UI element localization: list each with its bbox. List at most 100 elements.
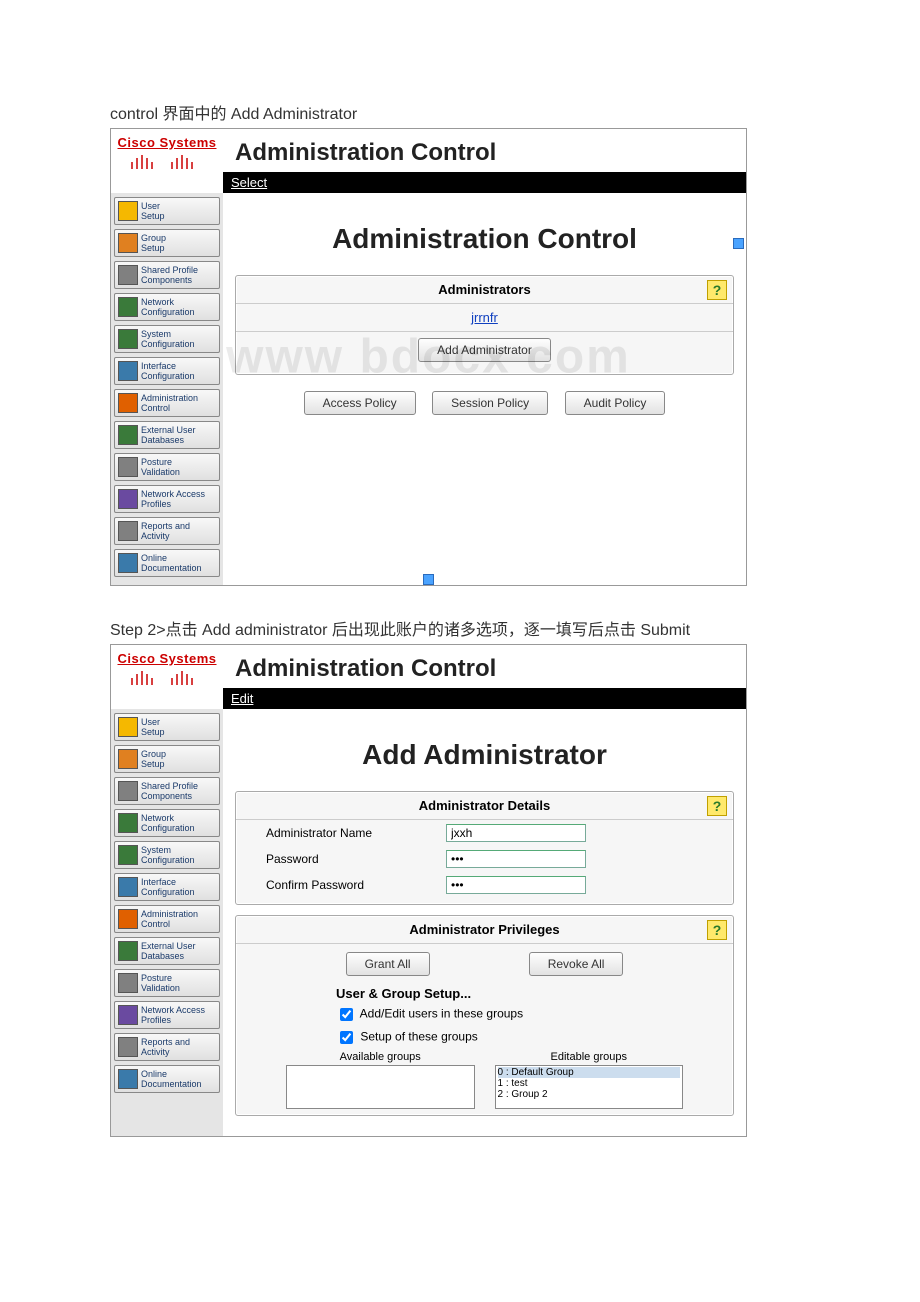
cisco-logo: Cisco Systems bbox=[111, 645, 223, 688]
cisco-logo: Cisco Systems bbox=[111, 129, 223, 172]
session-policy-button[interactable]: Session Policy bbox=[432, 391, 548, 415]
nav-shared-profile-components[interactable]: Shared ProfileComponents bbox=[114, 777, 220, 805]
group-item[interactable]: 1 : test bbox=[498, 1078, 681, 1089]
nav-label: Shared ProfileComponents bbox=[141, 781, 198, 801]
confirm-password-label: Confirm Password bbox=[266, 878, 446, 892]
nav-network-access-profiles[interactable]: Network AccessProfiles bbox=[114, 1001, 220, 1029]
nav-icon bbox=[118, 749, 138, 769]
setup-groups-label: Setup of these groups bbox=[360, 1030, 477, 1044]
scroll-marker-icon bbox=[423, 574, 434, 585]
nav-online-documentation[interactable]: OnlineDocumentation bbox=[114, 549, 220, 577]
password-input[interactable] bbox=[446, 850, 586, 868]
nav-group-setup[interactable]: GroupSetup bbox=[114, 745, 220, 773]
available-groups-list[interactable] bbox=[286, 1065, 475, 1109]
nav-administration-control[interactable]: AdministrationControl bbox=[114, 389, 220, 417]
audit-policy-button[interactable]: Audit Policy bbox=[565, 391, 666, 415]
add-edit-users-label: Add/Edit users in these groups bbox=[360, 1007, 523, 1021]
group-item[interactable]: 0 : Default Group bbox=[498, 1067, 681, 1078]
nav-icon bbox=[118, 1069, 138, 1089]
nav-icon bbox=[118, 393, 138, 413]
help-icon[interactable]: ? bbox=[707, 920, 727, 940]
access-policy-button[interactable]: Access Policy bbox=[304, 391, 416, 415]
doc-line-2: Step 2>点击 Add administrator 后出现此账户的诸多选项，… bbox=[110, 616, 810, 640]
nav-icon bbox=[118, 489, 138, 509]
nav-user-setup[interactable]: UserSetup bbox=[114, 713, 220, 741]
nav-label: SystemConfiguration bbox=[141, 845, 195, 865]
nav-label: GroupSetup bbox=[141, 233, 166, 253]
editable-groups-list[interactable]: 0 : Default Group1 : test2 : Group 2 bbox=[495, 1065, 684, 1109]
nav-label: InterfaceConfiguration bbox=[141, 877, 195, 897]
nav-label: NetworkConfiguration bbox=[141, 813, 195, 833]
nav-icon bbox=[118, 973, 138, 993]
nav-external-user-databases[interactable]: External UserDatabases bbox=[114, 937, 220, 965]
nav-label: External UserDatabases bbox=[141, 941, 196, 961]
nav-network-configuration[interactable]: NetworkConfiguration bbox=[114, 293, 220, 321]
nav-icon bbox=[118, 813, 138, 833]
nav-label: OnlineDocumentation bbox=[141, 553, 202, 573]
add-edit-users-checkbox[interactable] bbox=[340, 1008, 353, 1021]
nav-icon bbox=[118, 297, 138, 317]
nav-icon bbox=[118, 361, 138, 381]
nav-label: UserSetup bbox=[141, 717, 165, 737]
add-administrator-button[interactable]: Add Administrator bbox=[418, 338, 551, 362]
scroll-marker-icon bbox=[733, 238, 744, 249]
nav-icon bbox=[118, 781, 138, 801]
page-heading: Add Administrator bbox=[235, 739, 734, 771]
group-item[interactable]: 2 : Group 2 bbox=[498, 1089, 681, 1100]
nav-icon bbox=[118, 329, 138, 349]
nav-label: Network AccessProfiles bbox=[141, 489, 205, 509]
nav-posture-validation[interactable]: PostureValidation bbox=[114, 969, 220, 997]
cisco-bridge-icon bbox=[127, 668, 207, 686]
help-icon[interactable]: ? bbox=[707, 280, 727, 300]
mode-bar-edit: Edit bbox=[223, 688, 746, 709]
nav-posture-validation[interactable]: PostureValidation bbox=[114, 453, 220, 481]
nav-system-configuration[interactable]: SystemConfiguration bbox=[114, 325, 220, 353]
administrator-link[interactable]: jrrnfr bbox=[471, 310, 498, 325]
app-title: Administration Control bbox=[223, 129, 746, 172]
grant-all-button[interactable]: Grant All bbox=[346, 952, 430, 976]
nav-online-documentation[interactable]: OnlineDocumentation bbox=[114, 1065, 220, 1093]
nav-icon bbox=[118, 717, 138, 737]
nav-icon bbox=[118, 877, 138, 897]
nav-icon bbox=[118, 941, 138, 961]
nav-interface-configuration[interactable]: InterfaceConfiguration bbox=[114, 873, 220, 901]
nav-reports-and-activity[interactable]: Reports andActivity bbox=[114, 517, 220, 545]
sidebar: UserSetup GroupSetup Shared ProfileCompone… bbox=[111, 709, 223, 1136]
help-icon[interactable]: ? bbox=[707, 796, 727, 816]
nav-network-configuration[interactable]: NetworkConfiguration bbox=[114, 809, 220, 837]
nav-label: Shared ProfileComponents bbox=[141, 265, 198, 285]
nav-shared-profile-components[interactable]: Shared ProfileComponents bbox=[114, 261, 220, 289]
nav-label: External UserDatabases bbox=[141, 425, 196, 445]
nav-icon bbox=[118, 553, 138, 573]
nav-system-configuration[interactable]: SystemConfiguration bbox=[114, 841, 220, 869]
nav-group-setup[interactable]: GroupSetup bbox=[114, 229, 220, 257]
user-group-setup-heading: User & Group Setup... bbox=[236, 984, 733, 1003]
nav-label: OnlineDocumentation bbox=[141, 1069, 202, 1089]
admin-name-label: Administrator Name bbox=[266, 826, 446, 840]
nav-label: Reports andActivity bbox=[141, 521, 190, 541]
editable-groups-label: Editable groups bbox=[495, 1051, 684, 1063]
nav-label: AdministrationControl bbox=[141, 909, 198, 929]
nav-label: PostureValidation bbox=[141, 973, 180, 993]
nav-administration-control[interactable]: AdministrationControl bbox=[114, 905, 220, 933]
page-heading: Administration Control bbox=[235, 223, 734, 255]
password-label: Password bbox=[266, 852, 446, 866]
nav-external-user-databases[interactable]: External UserDatabases bbox=[114, 421, 220, 449]
confirm-password-input[interactable] bbox=[446, 876, 586, 894]
nav-label: Reports andActivity bbox=[141, 1037, 190, 1057]
nav-icon bbox=[118, 233, 138, 253]
nav-label: NetworkConfiguration bbox=[141, 297, 195, 317]
revoke-all-button[interactable]: Revoke All bbox=[529, 952, 624, 976]
admin-name-input[interactable] bbox=[446, 824, 586, 842]
nav-user-setup[interactable]: UserSetup bbox=[114, 197, 220, 225]
nav-network-access-profiles[interactable]: Network AccessProfiles bbox=[114, 485, 220, 513]
nav-icon bbox=[118, 909, 138, 929]
nav-label: AdministrationControl bbox=[141, 393, 198, 413]
nav-reports-and-activity[interactable]: Reports andActivity bbox=[114, 1033, 220, 1061]
nav-interface-configuration[interactable]: InterfaceConfiguration bbox=[114, 357, 220, 385]
nav-icon bbox=[118, 457, 138, 477]
mode-bar-select: Select bbox=[223, 172, 746, 193]
nav-icon bbox=[118, 265, 138, 285]
setup-groups-checkbox[interactable] bbox=[340, 1031, 353, 1044]
panel-title: Administrator Privileges bbox=[409, 922, 559, 937]
